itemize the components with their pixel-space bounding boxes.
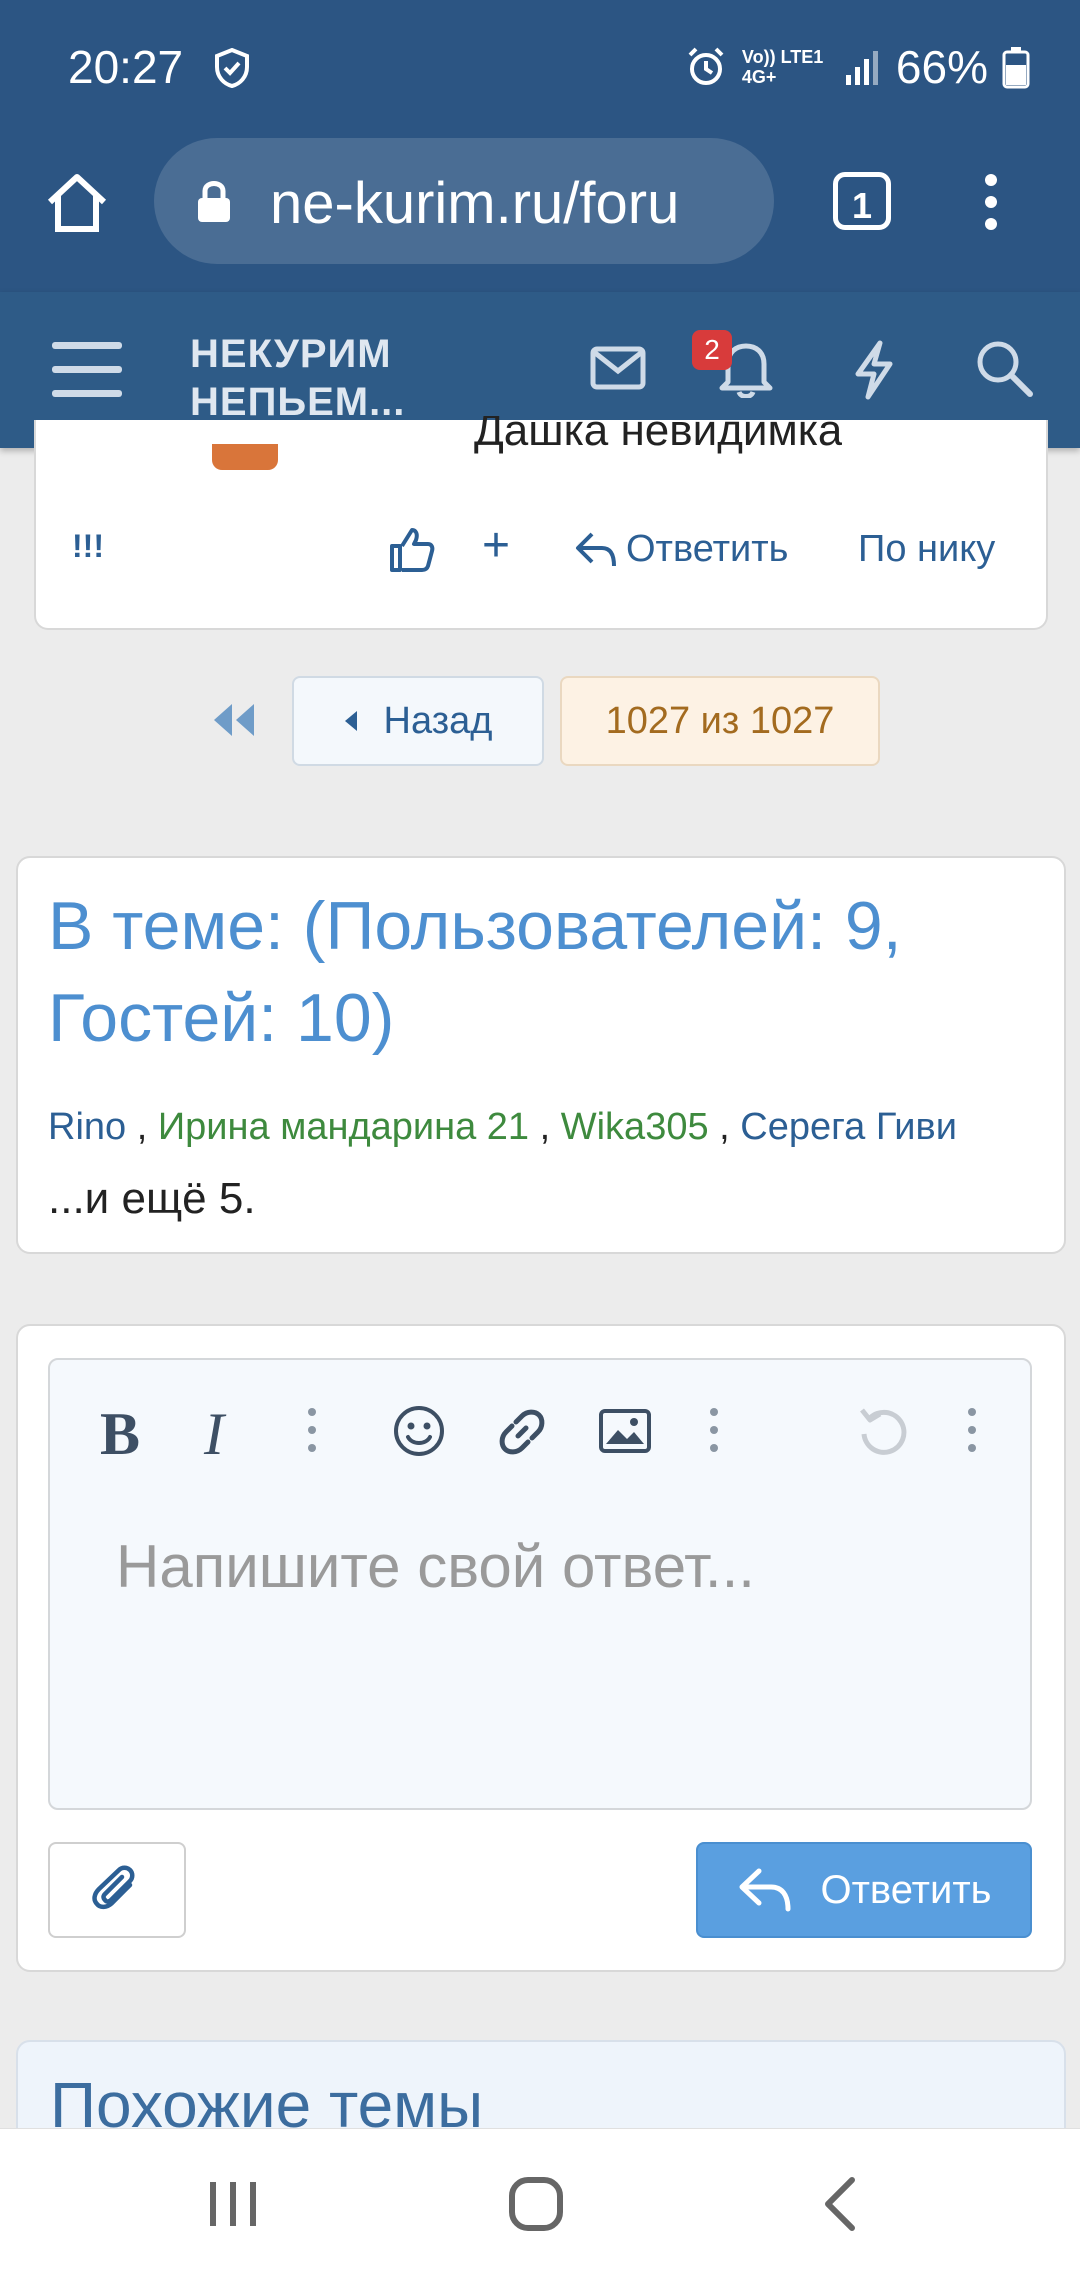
tab-switcher-button[interactable]: 1 [833, 172, 891, 230]
logo-line2: НЕПЬЕМ... [190, 380, 406, 424]
battery-level: 66% [895, 41, 988, 93]
lightning-icon[interactable] [852, 340, 896, 400]
caret-left-icon [344, 710, 358, 732]
separator: , [126, 1106, 158, 1148]
alarm-icon [684, 45, 728, 89]
submit-reply-label: Ответить [820, 1867, 992, 1912]
notification-badge: 2 [692, 330, 732, 370]
logo-line1: НЕКУРИМ [190, 332, 392, 376]
home-nav-icon[interactable] [508, 2176, 564, 2232]
post-flag-link[interactable]: !!! [72, 528, 104, 565]
undo-icon[interactable] [856, 1404, 910, 1458]
italic-icon[interactable]: I [204, 1400, 224, 1469]
url-text[interactable]: ne-kurim.ru/foru [270, 170, 750, 237]
separator: , [529, 1106, 561, 1148]
menu-icon[interactable] [52, 340, 122, 400]
online-user-list: Rino , Ирина мандарина 21 , Wika305 , Се… [48, 1106, 957, 1149]
prev-page-label: Назад [383, 699, 493, 742]
avatar[interactable] [212, 444, 278, 470]
status-indicators: Vo)) LTE1 4G+ 66% [684, 40, 1030, 94]
home-icon[interactable] [44, 172, 110, 234]
submit-reply-button[interactable]: Ответить [696, 1842, 1032, 1938]
quote-by-nick-link[interactable]: По нику [858, 528, 995, 571]
image-icon[interactable] [598, 1408, 652, 1454]
signal-icon [842, 47, 882, 87]
current-page-indicator[interactable]: 1027 из 1027 [560, 676, 880, 766]
user-link[interactable]: Rino [48, 1106, 126, 1148]
reply-icon[interactable] [574, 530, 618, 570]
more-text-options-icon[interactable] [304, 1406, 320, 1454]
more-insert-options-icon[interactable] [706, 1406, 722, 1454]
reply-link[interactable]: Ответить [626, 528, 788, 571]
link-icon[interactable] [494, 1404, 550, 1460]
more-options-icon[interactable] [964, 1406, 980, 1454]
bold-icon[interactable]: B [100, 1400, 140, 1469]
add-button[interactable]: + [482, 518, 510, 573]
user-link[interactable]: Серега Гиви [740, 1106, 957, 1148]
more-vert-icon[interactable] [976, 172, 1006, 232]
reply-icon [737, 1867, 793, 1913]
back-nav-icon[interactable] [822, 2176, 856, 2232]
recent-apps-icon[interactable] [208, 2180, 258, 2228]
online-title: В теме: (Пользователей: 9, Гостей: 10) [48, 888, 902, 1056]
prev-page-button[interactable]: Назад [292, 676, 544, 766]
lock-icon [196, 178, 232, 224]
paperclip-icon [90, 1863, 144, 1917]
attach-button[interactable] [48, 1842, 186, 1938]
battery-icon [1002, 45, 1030, 89]
more-users: ...и ещё 5. [48, 1174, 256, 1223]
mail-icon[interactable] [590, 346, 646, 390]
user-link[interactable]: Wika305 [561, 1106, 709, 1148]
status-time: 20:27 [68, 41, 184, 93]
search-icon[interactable] [974, 338, 1034, 398]
like-icon[interactable] [388, 526, 436, 574]
reply-placeholder[interactable]: Напишите свой ответ... [116, 1532, 755, 1601]
user-link[interactable]: Ирина мандарина 21 [158, 1106, 529, 1148]
separator: , [708, 1106, 741, 1148]
first-page-icon[interactable] [210, 702, 258, 738]
post-author[interactable]: Дашка невидимка [474, 416, 842, 460]
emoji-icon[interactable] [392, 1404, 446, 1458]
site-logo[interactable]: НЕКУРИМ НЕПЬЕМ... [190, 330, 405, 426]
network-label: Vo)) LTE1 4G+ [741, 47, 824, 87]
shield-icon [214, 48, 250, 88]
